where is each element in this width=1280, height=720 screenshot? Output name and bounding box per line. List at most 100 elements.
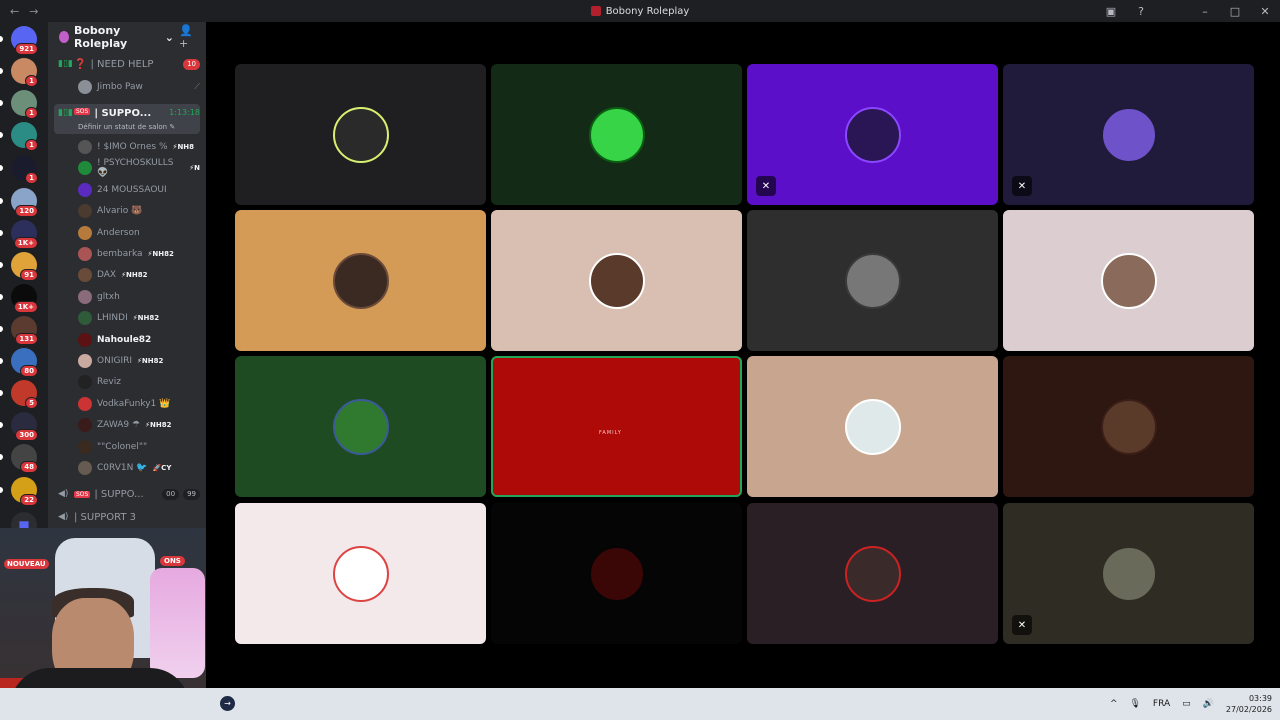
mic-muted-icon: ✕	[1012, 615, 1032, 635]
unread-pip	[0, 230, 3, 236]
user-tag: ⚡NH82	[137, 357, 164, 365]
voice-user[interactable]: Reviz	[78, 372, 200, 392]
user-tag: ⚡NH82	[147, 250, 174, 258]
participant-avatar	[1100, 106, 1157, 163]
tray-chevron-icon[interactable]: ^	[1110, 699, 1118, 709]
clock-date: 27/02/2026	[1225, 705, 1272, 714]
voice-activity-icon: ▮▯▮	[58, 59, 73, 69]
chevron-down-icon: ⌄	[164, 30, 174, 44]
nouveau-badge: NOUVEAU	[4, 559, 49, 569]
avatar	[78, 354, 92, 368]
user-name: Anderson	[97, 227, 140, 238]
voice-user[interactable]: ""Colonel""	[78, 437, 200, 457]
add-member-icon[interactable]: 👤+	[179, 24, 198, 50]
chair-side-shape	[150, 568, 205, 678]
participant-tile[interactable]	[235, 64, 486, 205]
voice-user[interactable]: DAX ⚡NH82	[78, 265, 200, 285]
guild-icon	[59, 31, 69, 43]
participant-tile[interactable]	[747, 503, 998, 644]
participant-tile[interactable]	[235, 503, 486, 644]
user-name: ""Colonel""	[97, 441, 148, 452]
avatar	[78, 289, 92, 304]
participant-tile[interactable]	[747, 210, 998, 351]
avatar	[78, 182, 92, 197]
participant-avatar	[332, 252, 389, 309]
channel-support-3[interactable]: ◀) | SUPPORT 3	[54, 507, 200, 527]
window-title-text: Bobony Roleplay	[605, 5, 690, 17]
minimize-button[interactable]: –	[1196, 5, 1214, 18]
participant-tile[interactable]: ✕	[1003, 503, 1254, 644]
display-icon[interactable]: ▭	[1182, 699, 1191, 709]
avatar	[78, 247, 92, 261]
help-icon: ❓	[74, 58, 87, 70]
participant-tile[interactable]: FAMILY	[491, 356, 742, 497]
mention-badge: 1	[25, 107, 38, 119]
voice-user[interactable]: C0RV1N 🐦 🚀CY	[78, 458, 200, 478]
channel-support-2[interactable]: ◀) SOS | SUPPO... 00 99	[54, 484, 200, 504]
channel-name: | NEED HELP	[90, 58, 154, 70]
participant-tile[interactable]	[235, 210, 486, 351]
voice-user[interactable]: Jimbo Paw ⟋	[78, 77, 200, 97]
avatar	[78, 332, 92, 347]
participant-avatar	[1100, 252, 1157, 309]
voice-user[interactable]: ! PSYCHOSKULLS 👽 ⚡N	[78, 158, 200, 178]
participant-avatar	[1100, 398, 1157, 455]
channel-status-text[interactable]: Définir un statut de salon ✎	[78, 123, 175, 131]
volume-icon[interactable]: 🔊	[1203, 699, 1214, 709]
inbox-icon[interactable]: ▣	[1102, 5, 1120, 18]
voice-user[interactable]: Alvario 🐻	[78, 201, 200, 221]
maximize-button[interactable]: □	[1226, 5, 1244, 18]
voice-user[interactable]: gltxh	[78, 287, 200, 307]
app-launcher-icon[interactable]: →	[220, 696, 235, 711]
participant-tile[interactable]	[1003, 210, 1254, 351]
close-button[interactable]: ✕	[1256, 5, 1274, 18]
participant-tile[interactable]	[491, 503, 742, 644]
unread-pip	[0, 390, 3, 396]
user-name: ! PSYCHOSKULLS 👽	[97, 158, 174, 179]
participant-tile[interactable]	[747, 356, 998, 497]
channel-need-help[interactable]: ▮▯▮ ❓ | NEED HELP 10	[54, 54, 200, 74]
participant-tile[interactable]	[491, 64, 742, 205]
user-count-badge: 10	[183, 58, 200, 70]
voice-user[interactable]: ONIGIRI ⚡NH82	[78, 351, 200, 371]
user-name: ! $IMO Ornes %	[97, 142, 168, 152]
avatar	[78, 140, 92, 154]
participant-tile[interactable]	[491, 210, 742, 351]
user-name: Nahoule82	[97, 334, 152, 345]
unread-pip	[0, 422, 3, 428]
guild-header[interactable]: Bobony Roleplay ⌄ 👤+	[48, 22, 206, 52]
help-icon[interactable]: ?	[1132, 5, 1150, 18]
participant-tile[interactable]	[235, 356, 486, 497]
voice-user[interactable]: ZAWA9 ☂ ⚡NH82	[78, 415, 200, 435]
clock-time: 03:39	[1248, 694, 1272, 703]
participant-avatar	[588, 252, 645, 309]
participant-tile[interactable]	[1003, 356, 1254, 497]
voice-user[interactable]: VodkaFunky1 👑	[78, 394, 200, 414]
avatar	[78, 204, 92, 219]
speaker-icon: ◀)	[58, 512, 69, 522]
voice-user[interactable]: LHINDI ⚡NH82	[78, 308, 200, 328]
language-indicator[interactable]: FRA	[1153, 699, 1170, 709]
participant-avatar	[332, 545, 389, 602]
channel-support-active[interactable]: ▮▯▮ SOS | SUPPO... 1:13:18 Définir un statut…	[54, 104, 200, 134]
voice-user[interactable]: Nahoule82	[78, 330, 200, 350]
participant-avatar	[844, 545, 901, 602]
clock[interactable]: 03:39 27/02/2026	[1226, 693, 1272, 715]
window-titlebar: ← → Bobony Roleplay ▣ ? – □ ✕	[0, 0, 1280, 22]
unread-pip	[0, 36, 3, 42]
voice-user[interactable]: bembarka ⚡NH82	[78, 244, 200, 264]
mention-badge: 80	[20, 365, 38, 377]
voice-user[interactable]: 24 MOUSSAOUI	[78, 180, 200, 200]
microphone-icon[interactable]: 🎙	[1129, 699, 1140, 709]
voice-user[interactable]: ! $IMO Ornes % ⚡NH8	[78, 137, 200, 157]
channel-tag: SOS	[74, 490, 91, 498]
voice-user[interactable]: Anderson	[78, 223, 200, 243]
mic-muted-icon: ✕	[756, 176, 776, 196]
participant-tile[interactable]: ✕	[1003, 64, 1254, 205]
mention-badge: 1K+	[13, 237, 38, 249]
mention-badge: 1K+	[13, 301, 38, 313]
app-logo-icon	[590, 6, 601, 16]
participant-avatar	[844, 252, 901, 309]
user-name: ZAWA9 ☂	[97, 420, 141, 431]
participant-tile[interactable]: ✕	[747, 64, 998, 205]
